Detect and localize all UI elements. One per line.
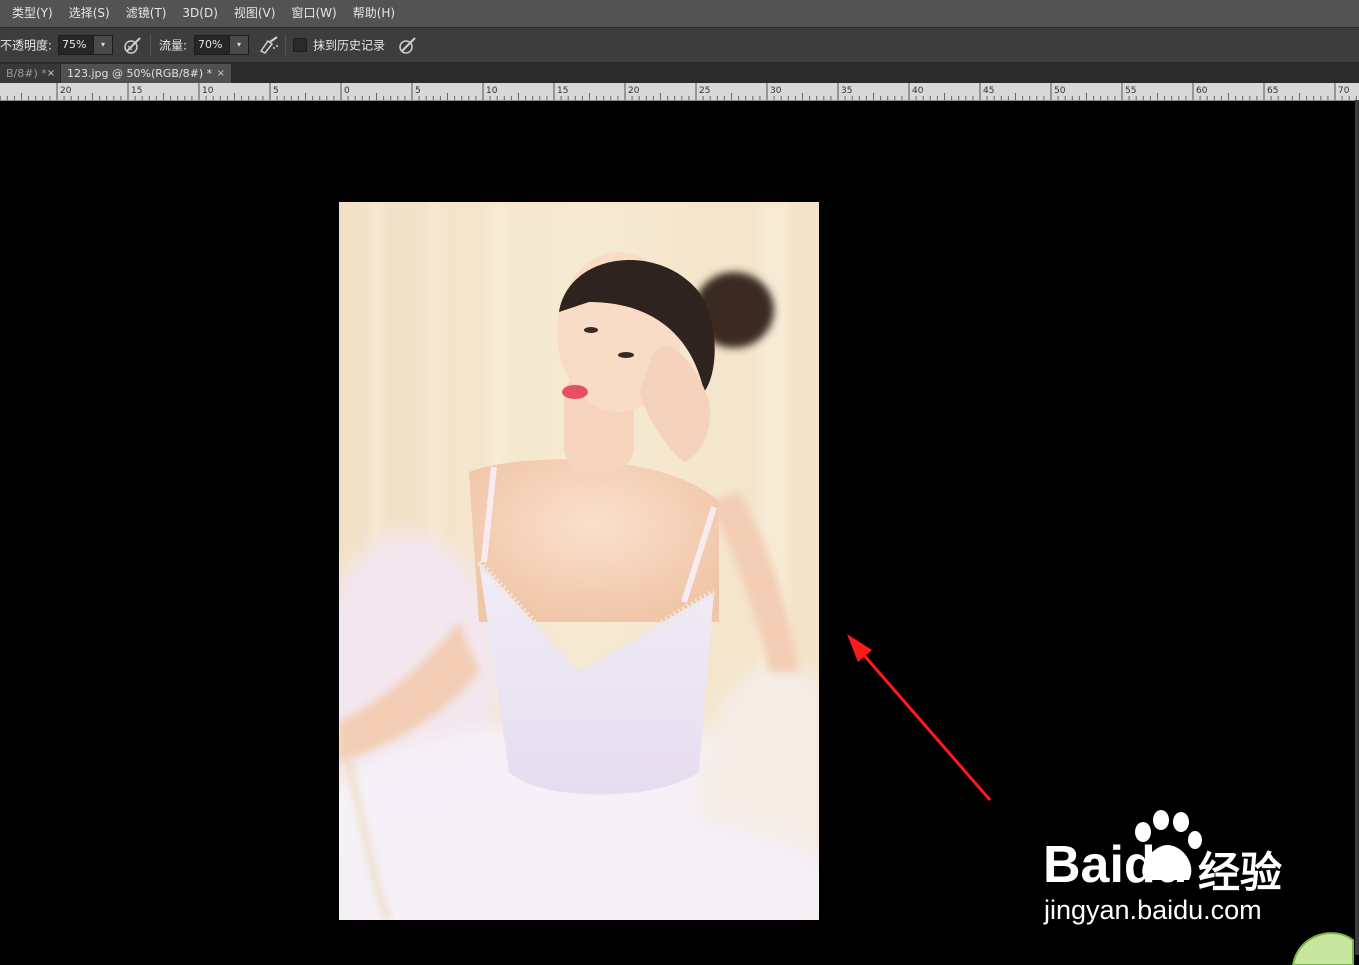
opacity-value[interactable]: 75% (59, 36, 93, 54)
ruler-label: 20 (628, 86, 640, 96)
canvas-image[interactable] (339, 202, 819, 920)
ruler-label: 65 (1267, 86, 1278, 96)
menu-3d[interactable]: 3D(D) (174, 0, 225, 27)
erase-history-label: 抹到历史记录 (313, 38, 386, 53)
ruler-label: 55 (1125, 86, 1136, 96)
ruler-ticks: 20 15 10 5 0 5 10 15 20 25 30 35 40 45 50 55 60 65 70 (0, 83, 1357, 100)
ruler-label: 0 (344, 86, 350, 96)
leaf-icon (1291, 932, 1354, 965)
horizontal-ruler[interactable]: 20 15 10 5 0 5 10 15 20 25 30 35 40 45 50 55 60 65 70 (0, 83, 1359, 101)
menu-window[interactable]: 窗口(W) (283, 0, 344, 27)
ruler-label: 10 (202, 86, 214, 96)
ruler-label: 5 (415, 86, 421, 96)
ruler-label: 35 (841, 86, 852, 96)
close-icon[interactable]: × (47, 68, 55, 79)
ruler-label: 70 (1338, 86, 1350, 96)
menu-type[interactable]: 类型(Y) (0, 0, 61, 27)
opacity-field[interactable]: 75% ▾ (58, 35, 113, 55)
chevron-down-icon[interactable]: ▾ (93, 36, 112, 54)
airbrush-icon[interactable] (258, 35, 280, 55)
flow-field[interactable]: 70% ▾ (194, 35, 249, 55)
separator (285, 34, 286, 56)
opacity-label: 不透明度: (0, 38, 53, 53)
menu-view[interactable]: 视图(V) (226, 0, 284, 27)
ruler-label: 30 (770, 86, 782, 96)
baidu-paw-icon (1135, 810, 1202, 880)
ruler-label: 25 (699, 86, 710, 96)
document-tab-active[interactable]: 123.jpg @ 50%(RGB/8#) * × (61, 64, 231, 83)
erase-history-checkbox[interactable] (293, 38, 307, 52)
ruler-label: 60 (1196, 86, 1208, 96)
menu-bar: 类型(Y) 选择(S) 滤镜(T) 3D(D) 视图(V) 窗口(W) 帮助(H… (0, 0, 1359, 27)
vertical-scrollbar[interactable] (1355, 100, 1359, 955)
ruler-label: 15 (557, 86, 568, 96)
close-icon[interactable]: × (217, 68, 225, 79)
separator (150, 34, 151, 56)
document-tab[interactable]: B/8#) * × (0, 64, 60, 83)
flow-label: 流量: (159, 38, 188, 53)
chevron-down-icon[interactable]: ▾ (229, 36, 248, 54)
baidu-jingyan-watermark: Baidu 经验 jingyan.baidu.com (1040, 805, 1354, 965)
menu-help[interactable]: 帮助(H) (345, 0, 403, 27)
ruler-label: 45 (983, 86, 994, 96)
ballerina-photo-icon (339, 202, 819, 920)
ruler-label: 40 (912, 86, 924, 96)
ruler-label: 50 (1054, 86, 1066, 96)
menu-filter[interactable]: 滤镜(T) (118, 0, 175, 27)
tab-label: 123.jpg @ 50%(RGB/8#) * (67, 67, 213, 80)
options-bar: 不透明度: 75% ▾ 流量: 70% ▾ 抹到历史记录 (0, 27, 1359, 63)
ruler-label: 15 (131, 86, 142, 96)
watermark-url: jingyan.baidu.com (1044, 895, 1262, 925)
ruler-label: 5 (273, 86, 279, 96)
menu-select[interactable]: 选择(S) (61, 0, 118, 27)
ruler-label: 20 (60, 86, 72, 96)
watermark-brand-cn: 经验 (1198, 849, 1283, 896)
document-tab-bar: B/8#) * × 123.jpg @ 50%(RGB/8#) * × (0, 63, 1359, 83)
airbrush-pressure-icon[interactable] (123, 35, 143, 55)
ruler-label: 10 (486, 86, 498, 96)
flow-value[interactable]: 70% (195, 36, 229, 54)
tablet-pressure-icon[interactable] (398, 35, 418, 55)
tab-label: B/8#) * (6, 67, 47, 80)
